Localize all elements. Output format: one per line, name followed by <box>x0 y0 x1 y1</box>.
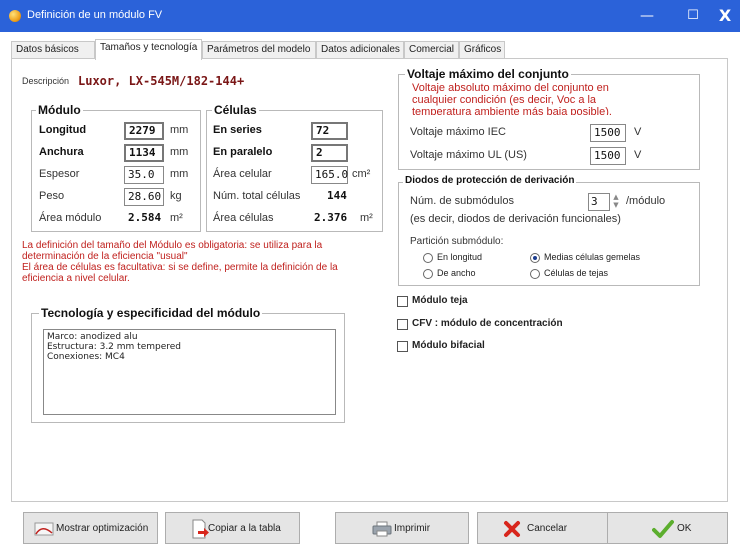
close-button[interactable]: X <box>710 0 740 32</box>
bifacial-checkbox[interactable] <box>397 341 408 352</box>
size-note-line4: eficiencia a nivel celular. <box>22 273 130 284</box>
tab-graficos[interactable]: Gráficos <box>459 41 505 59</box>
radio-celulas-tejas-label: Células de tejas <box>544 268 609 278</box>
check-icon <box>652 519 674 542</box>
voltaje-ul-label: Voltaje máximo UL (US) <box>410 149 527 161</box>
modulo-teja-checkbox[interactable] <box>397 296 408 307</box>
total-celulas-label: Núm. total células <box>213 190 301 202</box>
voltaje-iec-label: Voltaje máximo IEC <box>410 126 506 138</box>
description-value: Luxor, LX-545M/182-144+ <box>78 74 245 88</box>
title-bar: Definición de un módulo FV — ☐ X <box>0 0 740 32</box>
size-note-line3: El área de células es facultativa: si se… <box>22 262 338 273</box>
modulo-teja-label: Módulo teja <box>412 295 468 306</box>
tecnologia-line-1: Marco: anodized alu <box>47 332 138 342</box>
cancelar-button[interactable]: Cancelar <box>477 512 613 544</box>
voltaje-group-title: Voltaje máximo del conjunto <box>405 67 571 81</box>
voltaje-iec-unit: V <box>634 126 642 138</box>
espesor-unit: mm <box>170 168 189 180</box>
bifacial-label: Módulo bifacial <box>412 340 485 351</box>
series-field[interactable]: 72 <box>311 122 348 140</box>
area-celulas-unit: m² <box>360 212 373 224</box>
particion-label: Partición submódulo: <box>410 236 504 247</box>
espesor-label: Espesor <box>39 168 80 180</box>
anchura-label: Anchura <box>39 146 84 158</box>
area-celular-label: Área celular <box>213 168 272 180</box>
imprimir-label: Imprimir <box>394 523 431 534</box>
radio-de-ancho[interactable] <box>423 269 433 279</box>
cancelar-label: Cancelar <box>527 523 568 534</box>
cfv-label: CFV : módulo de concentración <box>412 318 563 329</box>
tab-comercial[interactable]: Comercial <box>404 41 459 59</box>
window-title: Definición de un módulo FV <box>27 9 163 21</box>
series-label: En series <box>213 124 262 136</box>
voltaje-ul-unit: V <box>634 149 642 161</box>
tecnologia-textarea[interactable]: Marco: anodized alu Estructura: 3.2 mm t… <box>43 329 336 415</box>
radio-medias-celulas[interactable] <box>530 253 540 263</box>
diodos-group-title: Diodos de protección de derivación <box>403 175 577 186</box>
tab-datos-adicionales[interactable]: Datos adicionales <box>316 41 404 59</box>
radio-en-longitud[interactable] <box>423 253 433 263</box>
copiar-tabla-button[interactable]: Copiar a la tabla <box>165 512 300 544</box>
peso-field[interactable]: 28.60 <box>124 188 164 206</box>
tab-parametros-modelo[interactable]: Parámetros del modelo <box>202 41 316 59</box>
peso-unit: kg <box>170 190 182 202</box>
longitud-unit: mm <box>170 124 189 136</box>
voltaje-note-2: cualquier condición (es decir, Voc a la <box>412 94 597 106</box>
minimize-button[interactable]: — <box>624 0 670 32</box>
voltaje-ul-field[interactable]: 1500 <box>590 147 626 165</box>
voltaje-iec-field[interactable]: 1500 <box>590 124 626 142</box>
tab-datos-basicos[interactable]: Datos básicos <box>11 41 95 59</box>
espesor-field[interactable]: 35.0 <box>124 166 164 184</box>
longitud-label: Longitud <box>39 124 87 136</box>
paralelo-label: En paralelo <box>213 146 273 158</box>
ok-label: OK <box>677 523 692 534</box>
tecnologia-line-3: Conexiones: MC4 <box>47 352 125 362</box>
total-celulas-value: 144 <box>327 189 347 202</box>
paralelo-field[interactable]: 2 <box>311 144 348 162</box>
anchura-field[interactable]: 1134 <box>124 144 164 162</box>
longitud-field[interactable]: 2279 <box>124 122 164 140</box>
radio-celulas-tejas[interactable] <box>530 269 540 279</box>
submodulos-spinner[interactable]: ▲ ▼ <box>611 193 621 211</box>
submodulos-field[interactable]: 3 <box>588 193 610 211</box>
area-celulas-value: 2.376 <box>314 211 348 224</box>
size-note-line2: determinación de la eficiencia "usual" <box>22 251 188 262</box>
voltaje-note: Voltaje absoluto máximo del conjunto en … <box>412 82 612 115</box>
tecnologia-group-title: Tecnología y especificidad del módulo <box>39 306 263 320</box>
optimization-chart-icon <box>34 521 54 540</box>
submodulos-unit: /módulo <box>626 195 666 207</box>
app-icon <box>9 10 21 22</box>
celulas-group-title: Células <box>212 103 259 117</box>
radio-de-ancho-label: De ancho <box>437 268 476 278</box>
voltaje-note-1: Voltaje absoluto máximo del conjunto en <box>412 82 609 94</box>
mostrar-optimizacion-label: Mostrar optimización <box>56 523 149 534</box>
area-modulo-label: Área módulo <box>39 212 102 224</box>
submodulos-label: Núm. de submódulos <box>410 195 514 207</box>
cfv-checkbox[interactable] <box>397 319 408 330</box>
cancel-x-icon <box>503 520 521 541</box>
anchura-unit: mm <box>170 146 189 158</box>
ok-button[interactable]: OK <box>607 512 728 544</box>
area-celular-field[interactable]: 165.0 <box>311 166 348 184</box>
tab-tamanos-tecnologia[interactable]: Tamaños y tecnología <box>95 39 202 60</box>
radio-medias-celulas-label: Medias células gemelas <box>544 252 641 262</box>
copy-to-table-icon <box>190 519 210 542</box>
diodos-explain: (es decir, diodos de derivación funciona… <box>410 213 621 225</box>
imprimir-button[interactable]: Imprimir <box>335 512 469 544</box>
peso-label: Peso <box>39 190 65 202</box>
description-label: Descripción <box>22 76 70 86</box>
area-celulas-label: Área células <box>213 212 274 224</box>
area-celular-unit: cm² <box>352 168 371 180</box>
area-modulo-unit: m² <box>170 212 183 224</box>
mostrar-optimizacion-button[interactable]: Mostrar optimización <box>23 512 158 544</box>
printer-icon <box>372 521 392 540</box>
area-modulo-value: 2.584 <box>128 211 162 224</box>
voltaje-note-3: temperatura ambiente más baja posible). <box>412 106 612 115</box>
modulo-group-title: Módulo <box>36 103 83 117</box>
size-note-line1: La definición del tamaño del Módulo es o… <box>22 240 323 251</box>
tecnologia-line-2: Estructura: 3.2 mm tempered <box>47 342 182 352</box>
copiar-tabla-label: Copiar a la tabla <box>208 523 281 534</box>
radio-en-longitud-label: En longitud <box>437 252 483 262</box>
size-note: La definición del tamaño del Módulo es o… <box>22 240 382 284</box>
